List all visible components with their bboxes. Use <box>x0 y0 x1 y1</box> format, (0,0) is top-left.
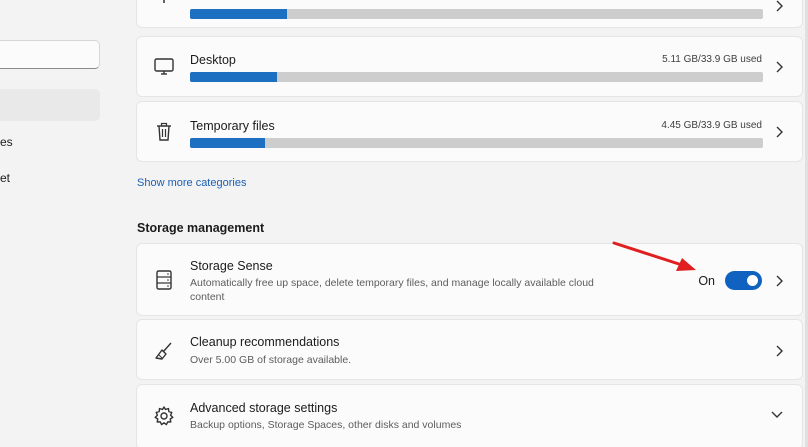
show-more-categories-link[interactable]: Show more categories <box>137 177 246 189</box>
category-usage-fill <box>190 9 288 19</box>
gear-icon <box>153 405 175 427</box>
category-name: Desktop <box>190 53 236 67</box>
chevron-down-icon[interactable] <box>770 409 784 419</box>
storage-category-temporary-files[interactable]: Temporary files 4.45 GB/33.9 GB used <box>136 101 803 162</box>
chevron-right-icon[interactable] <box>774 0 784 13</box>
category-icon <box>153 0 175 3</box>
storage-category-card[interactable] <box>136 0 803 28</box>
cleanup-description: Over 5.00 GB of storage available. <box>190 354 352 366</box>
storage-sense-title: Storage Sense <box>190 259 273 273</box>
cleanup-title: Cleanup recommendations <box>190 335 340 349</box>
broom-icon <box>153 340 175 362</box>
cleanup-recommendations-row[interactable]: Cleanup recommendations Over 5.00 GB of … <box>136 319 803 380</box>
monitor-icon <box>153 55 175 77</box>
section-title-storage-management: Storage management <box>137 221 265 235</box>
sidebar: es et <box>0 0 110 447</box>
chevron-right-icon[interactable] <box>774 344 784 358</box>
category-usage-fill <box>190 72 277 82</box>
storage-sense-row[interactable]: Storage Sense Automatically free up spac… <box>136 243 803 316</box>
category-name: Temporary files <box>190 119 275 133</box>
chevron-right-icon[interactable] <box>774 125 784 139</box>
annotation-arrow-icon <box>612 240 698 274</box>
sidebar-item-fragment[interactable]: et <box>0 171 10 185</box>
sidebar-item-fragment[interactable]: es <box>0 135 13 149</box>
chevron-right-icon[interactable] <box>774 274 784 288</box>
sidebar-item-selected[interactable] <box>0 89 100 121</box>
storage-sense-description: Automatically free up space, delete temp… <box>190 277 594 303</box>
category-usage-bar <box>190 9 763 19</box>
storage-category-desktop[interactable]: Desktop 5.11 GB/33.9 GB used <box>136 36 803 97</box>
storage-sense-toggle-label: On <box>698 274 715 288</box>
storage-sense-toggle[interactable] <box>725 271 762 290</box>
category-size: 5.11 GB/33.9 GB used <box>662 54 762 65</box>
toggle-knob <box>747 275 758 286</box>
chevron-right-icon[interactable] <box>774 60 784 74</box>
search-input[interactable] <box>0 40 100 69</box>
advanced-storage-settings-row[interactable]: Advanced storage settings Backup options… <box>136 384 803 447</box>
category-usage-fill <box>190 138 266 148</box>
category-usage-bar <box>190 72 763 82</box>
advanced-storage-title: Advanced storage settings <box>190 401 338 415</box>
advanced-storage-description: Backup options, Storage Spaces, other di… <box>190 419 462 431</box>
trash-icon <box>153 121 175 143</box>
category-usage-bar <box>190 138 763 148</box>
category-size: 4.45 GB/33.9 GB used <box>661 120 762 131</box>
drive-icon <box>153 269 175 291</box>
